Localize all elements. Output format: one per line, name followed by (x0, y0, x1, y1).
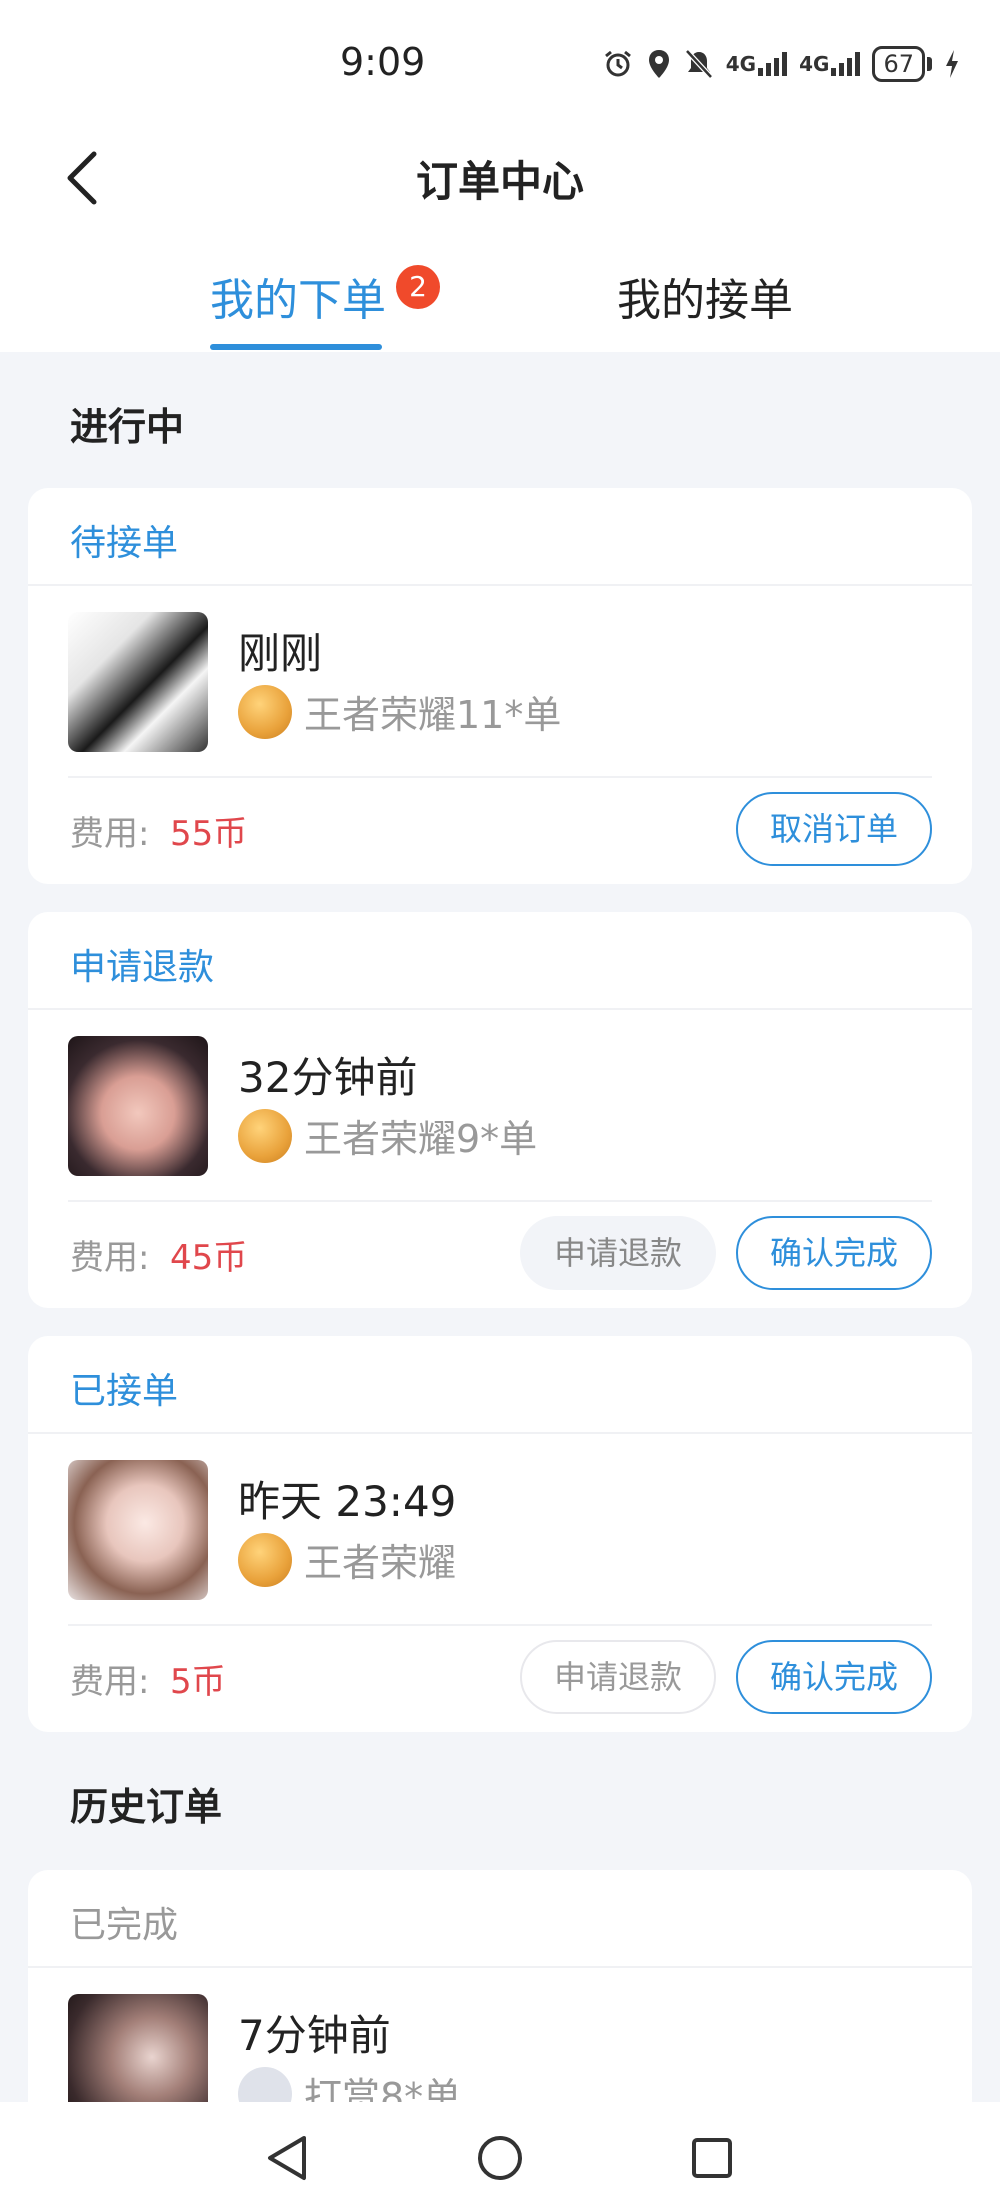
game-text: 王者荣耀11*单 (304, 693, 562, 737)
order-status: 待接单 (70, 523, 179, 564)
tab-my-accepted[interactable]: 我的接单 (617, 264, 793, 328)
order-game: 王者荣耀9*单 (238, 1108, 537, 1163)
system-nav-bar (0, 2102, 1000, 2210)
section-title-ongoing: 进行中 (70, 405, 185, 449)
location-icon (648, 50, 669, 78)
divider (68, 1200, 932, 1202)
order-card[interactable]: 已接单 昨天 23:49 王者荣耀 费用: 5币 申请退款 确认完成 (28, 1336, 972, 1732)
order-time: 7分钟前 (238, 2011, 391, 2060)
avatar (68, 612, 208, 752)
divider (28, 1008, 972, 1010)
tab-badge: 2 (396, 265, 440, 309)
divider (68, 1624, 932, 1626)
fee-label: 费用: (70, 1662, 150, 1702)
game-icon (238, 684, 292, 739)
signal-2-icon: 4G (799, 52, 861, 76)
fee-value: 45币 (170, 1238, 248, 1278)
avatar (68, 1036, 208, 1176)
order-card[interactable]: 待接单 刚刚 王者荣耀11*单 费用: 55币 取消订单 (28, 488, 972, 884)
cancel-order-button[interactable]: 取消订单 (736, 792, 932, 866)
order-game: 王者荣耀11*单 (238, 684, 561, 739)
order-time: 32分钟前 (238, 1053, 418, 1102)
mute-bell-icon (684, 49, 713, 79)
status-time: 9:09 (340, 40, 426, 84)
game-text: 王者荣耀 (304, 1541, 457, 1585)
refund-request-button[interactable]: 申请退款 (520, 1216, 716, 1290)
nav-home-icon[interactable] (472, 2130, 528, 2186)
tab-indicator (210, 344, 382, 350)
game-icon (238, 1532, 292, 1587)
fee-value: 5币 (170, 1662, 226, 1702)
section-title-history: 历史订单 (70, 1785, 223, 1829)
tab-my-orders[interactable]: 我的下单 (210, 264, 386, 328)
page-title: 订单中心 (415, 157, 584, 206)
order-game: 王者荣耀 (238, 1532, 456, 1587)
nav-recents-icon[interactable] (684, 2130, 740, 2186)
game-icon (238, 1108, 292, 1163)
battery-icon: 67 (872, 46, 932, 82)
avatar (68, 1460, 208, 1600)
confirm-complete-button[interactable]: 确认完成 (736, 1640, 932, 1714)
nav-back-icon[interactable] (260, 2130, 316, 2186)
order-status: 已完成 (70, 1905, 179, 1946)
order-status: 申请退款 (70, 947, 215, 988)
confirm-complete-button[interactable]: 确认完成 (736, 1216, 932, 1290)
charging-icon (946, 50, 958, 78)
divider (28, 1966, 972, 1968)
alarm-icon (604, 50, 631, 77)
fee-label: 费用: (70, 1238, 150, 1278)
refund-request-button[interactable]: 申请退款 (520, 1640, 716, 1714)
fee-value: 55币 (170, 814, 248, 854)
divider (28, 584, 972, 586)
order-time: 昨天 23:49 (238, 1477, 457, 1526)
signal-1-icon: 4G (726, 52, 788, 76)
order-time: 刚刚 (238, 629, 323, 678)
fee-label: 费用: (70, 814, 150, 854)
game-text: 王者荣耀9*单 (304, 1117, 538, 1161)
order-status: 已接单 (70, 1371, 179, 1412)
divider (28, 1432, 972, 1434)
order-card[interactable]: 申请退款 32分钟前 王者荣耀9*单 费用: 45币 申请退款 确认完成 (28, 912, 972, 1308)
divider (68, 776, 932, 778)
status-icons: 4G 4G 67 (602, 46, 960, 82)
